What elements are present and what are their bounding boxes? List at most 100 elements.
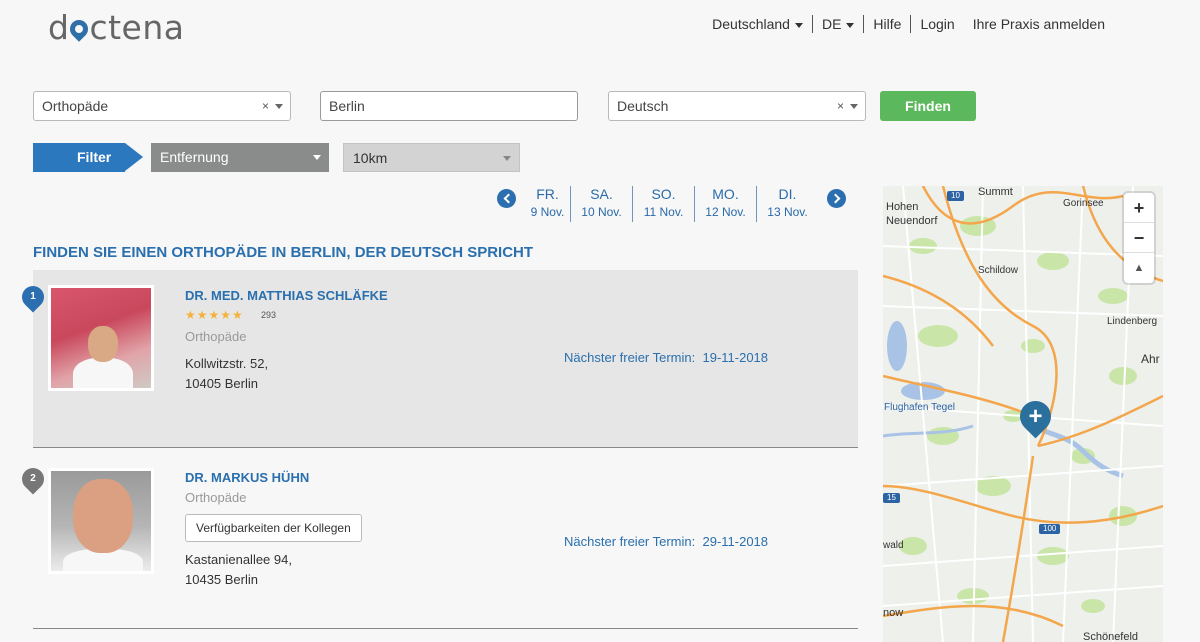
date-column[interactable]: SO. 11 Nov. — [632, 186, 694, 222]
colleagues-availability-button[interactable]: Verfügbarkeiten der Kollegen — [185, 514, 362, 542]
chevron-right-icon[interactable] — [827, 189, 846, 208]
result-card: 2 DR. MARKUS HÜHN Orthopäde Verfügbarkei… — [17, 448, 858, 629]
specialty-select[interactable]: Orthopäde × — [33, 91, 291, 121]
map-label-wald: wald — [883, 540, 904, 551]
result-card: 1 DR. MED. MATTHIAS SCHLÄFKE ★★★★★ 293 O… — [17, 270, 858, 448]
register-practice-link[interactable]: Ihre Praxis anmelden — [964, 15, 1114, 33]
caret-down-icon — [794, 22, 803, 28]
map-marker-icon[interactable]: + — [1013, 394, 1058, 439]
doctor-specialty: Orthopäde — [185, 490, 247, 505]
login-link[interactable]: Login — [910, 15, 963, 33]
rank-number: 1 — [30, 291, 36, 302]
caret-down-icon — [850, 103, 858, 109]
date: 11 Nov. — [643, 205, 684, 219]
next-appointment-label: Nächster freier Termin: — [564, 534, 696, 549]
radius-select[interactable]: 10km — [343, 143, 520, 172]
date-column[interactable]: DI. 13 Nov. — [756, 186, 818, 222]
filter-label: Filter — [33, 143, 143, 172]
next-appointment-label: Nächster freier Termin: — [564, 350, 696, 365]
page-title: FINDEN SIE EINEN ORTHOPÄDE IN BERLIN, DE… — [33, 244, 534, 261]
logo-suffix: ctena — [89, 8, 185, 47]
map-label-now: now — [883, 607, 904, 619]
doctor-photo[interactable] — [48, 285, 154, 391]
weekday: MO. — [712, 186, 739, 202]
filter-arrow — [125, 143, 143, 171]
map-label-line: Hohen — [886, 201, 919, 213]
map-label-gorinsee: Gorinsee — [1063, 198, 1104, 209]
rating-stars-icon: ★★★★★ — [185, 308, 244, 322]
address-city: 10435 Berlin — [185, 572, 258, 587]
clear-icon[interactable]: × — [262, 99, 269, 113]
clear-icon[interactable]: × — [837, 99, 844, 113]
reset-north-button[interactable]: ▲ — [1124, 253, 1154, 283]
map-label-hohen-neuendorf: Hohen Neuendorf — [886, 200, 937, 228]
city-input[interactable]: Berlin — [320, 91, 578, 121]
rank-marker-icon: 1 — [17, 281, 49, 313]
zoom-in-button[interactable]: + — [1124, 193, 1154, 223]
country-dropdown[interactable]: Deutschland — [703, 15, 812, 33]
filter-label-text: Filter — [33, 143, 125, 172]
next-appointment-date: 29-11-2018 — [702, 534, 769, 549]
map-label-ahr: Ahr — [1141, 352, 1160, 366]
doctor-name-link[interactable]: DR. MED. MATTHIAS SCHLÄFKE — [185, 288, 388, 303]
address-street: Kollwitzstr. 52, — [185, 356, 269, 371]
caret-down-icon — [846, 22, 855, 28]
radius-value: 10km — [353, 150, 388, 166]
caret-down-icon — [275, 103, 283, 109]
language-value: Deutsch — [617, 98, 669, 114]
map-label-line: Neuendorf — [886, 215, 938, 227]
date: 12 Nov. — [705, 205, 746, 219]
help-link[interactable]: Hilfe — [863, 15, 910, 33]
weekday: DI. — [778, 186, 797, 202]
doctor-address: Kollwitzstr. 52, 10405 Berlin — [185, 354, 268, 394]
review-count: 293 — [261, 310, 277, 320]
city-value: Berlin — [329, 98, 365, 114]
next-appointment[interactable]: Nächster freier Termin: 29-11-2018 — [564, 534, 768, 549]
medical-cross-icon: + — [1028, 403, 1043, 430]
map-label-tegel: Flughafen Tegel — [884, 402, 955, 413]
map-label-lindenberg: Lindenberg — [1107, 316, 1158, 327]
caret-down-icon — [503, 156, 511, 161]
date: 9 Nov. — [530, 205, 565, 219]
rank-number: 2 — [30, 473, 36, 484]
doctor-photo[interactable] — [48, 468, 154, 574]
doctor-address: Kastanienallee 94, 10435 Berlin — [185, 550, 292, 590]
address-street: Kastanienallee 94, — [185, 552, 292, 567]
rank-marker-icon: 2 — [17, 463, 49, 495]
next-appointment-date: 19-11-2018 — [702, 350, 769, 365]
date-column[interactable]: MO. 12 Nov. — [694, 186, 756, 222]
caret-down-icon — [313, 155, 321, 160]
road-badge: 15 — [883, 493, 900, 503]
weekday: FR. — [536, 186, 559, 202]
address-city: 10405 Berlin — [185, 376, 258, 391]
doctor-specialty: Orthopäde — [185, 329, 247, 344]
language-label: DE — [821, 16, 842, 32]
language-dropdown[interactable]: DE — [811, 15, 863, 33]
road-badge: 10 — [947, 191, 964, 201]
chevron-left-icon[interactable] — [497, 189, 516, 208]
date-strip: FR. 9 Nov. SA. 10 Nov. SO. 11 Nov. MO. 12 No… — [525, 186, 818, 222]
date-column[interactable]: SA. 10 Nov. — [570, 186, 632, 222]
date-column[interactable]: FR. 9 Nov. — [525, 186, 570, 222]
map-label-schoenefeld: Schönefeld — [1083, 631, 1139, 642]
map-label-schildow: Schildow — [978, 265, 1019, 276]
weekday: SA. — [590, 186, 613, 202]
top-navigation: Deutschland DE Hilfe Login Ihre Praxis a… — [703, 15, 1114, 33]
weekday: SO. — [651, 186, 676, 202]
date: 10 Nov. — [581, 205, 622, 219]
language-select[interactable]: Deutsch × — [608, 91, 866, 121]
find-button[interactable]: Finden — [880, 91, 976, 121]
date: 13 Nov. — [767, 205, 808, 219]
road-badge: 100 — [1039, 524, 1061, 534]
map-label-summt: Summt — [978, 186, 1013, 198]
doctena-logo[interactable]: d ctena — [48, 8, 184, 47]
map-zoom-controls: + − ▲ — [1124, 193, 1154, 283]
logo-prefix: d — [48, 8, 70, 47]
country-label: Deutschland — [712, 16, 790, 32]
next-appointment[interactable]: Nächster freier Termin: 19-11-2018 — [564, 350, 768, 365]
sort-select[interactable]: Entfernung — [151, 143, 329, 172]
specialty-value: Orthopäde — [42, 98, 109, 114]
sort-value: Entfernung — [160, 149, 229, 165]
zoom-out-button[interactable]: − — [1124, 223, 1154, 253]
doctor-name-link[interactable]: DR. MARKUS HÜHN — [185, 470, 309, 485]
